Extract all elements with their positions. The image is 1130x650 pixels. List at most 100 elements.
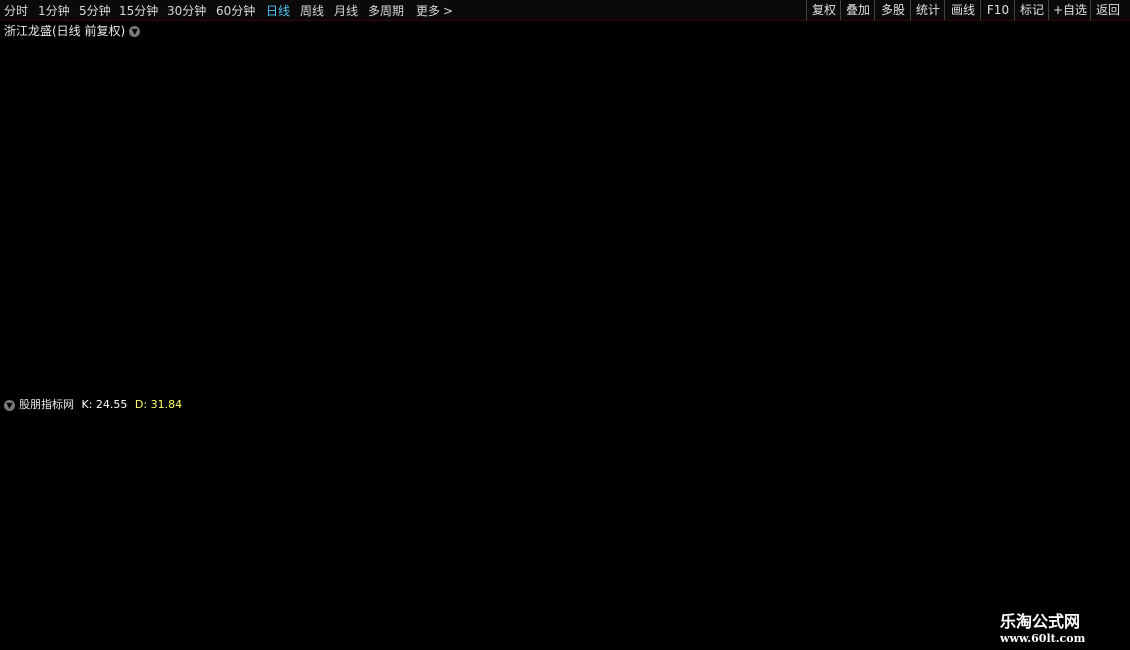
x-axis-month-label: 4 xyxy=(705,632,712,645)
candle-body xyxy=(265,319,272,323)
candle-body xyxy=(409,179,416,205)
candle-body xyxy=(26,348,32,354)
candle-body xyxy=(306,326,312,332)
candle-body xyxy=(825,240,832,249)
adjust-button[interactable]: 复权 xyxy=(806,0,841,20)
candle-body xyxy=(290,329,296,335)
price-tick-label: 13.00 xyxy=(1088,235,1120,248)
event-marker-box xyxy=(383,379,396,393)
tab-weekly[interactable]: 周线 xyxy=(300,2,324,19)
candle-body xyxy=(929,282,935,298)
candle-body xyxy=(857,223,864,240)
chevron-down-icon[interactable]: ▼ xyxy=(129,26,141,37)
tab-daily[interactable]: 日线 xyxy=(266,2,290,19)
candle-body xyxy=(625,174,631,185)
price-tick-label: 11.00 xyxy=(1088,333,1120,346)
candle-body xyxy=(897,265,903,268)
candle-body xyxy=(394,118,400,131)
tab-intraday[interactable]: 分时 xyxy=(4,2,28,19)
candle-body xyxy=(274,320,280,325)
k-value: K: 24.55 xyxy=(81,398,128,411)
candle-body xyxy=(769,218,775,241)
candle-body xyxy=(186,343,192,346)
candle-body xyxy=(490,64,496,70)
candle-body xyxy=(329,245,336,296)
candle-body xyxy=(369,220,376,242)
candle-body xyxy=(969,312,975,317)
candle-body xyxy=(993,302,999,317)
candle-body xyxy=(537,78,544,100)
candle-body xyxy=(18,343,24,349)
tab-60min[interactable]: 60分钟 xyxy=(216,2,255,19)
candle-body xyxy=(881,241,887,259)
candle-body xyxy=(498,69,504,80)
candle-body xyxy=(377,154,384,222)
candle-body xyxy=(122,358,128,366)
tab-more[interactable]: 更多 > xyxy=(416,2,453,19)
candle-body xyxy=(657,245,664,254)
tab-15min[interactable]: 15分钟 xyxy=(119,2,158,19)
candle-body xyxy=(697,228,703,237)
tab-multi-period[interactable]: 多周期 xyxy=(368,2,404,19)
candle-body xyxy=(809,231,815,244)
tab-30min[interactable]: 30分钟 xyxy=(167,2,206,19)
event-marker-label: 涨 xyxy=(384,380,395,393)
candle-body xyxy=(137,353,144,361)
multi-stock-button[interactable]: 多股 xyxy=(874,0,911,20)
event-marker-label: 财 xyxy=(843,379,854,393)
candle-body xyxy=(2,336,8,339)
watermark-name: 乐淘公式网 xyxy=(1000,612,1081,631)
f10-button[interactable]: F10 xyxy=(980,0,1015,20)
overlay-button[interactable]: 叠加 xyxy=(840,0,875,20)
watermark-url: www.60lt.com xyxy=(1000,632,1086,645)
candle-body xyxy=(961,311,968,315)
x-axis-month-label: 3 xyxy=(528,632,535,645)
candle-body xyxy=(681,231,687,237)
candle-body xyxy=(833,235,840,242)
candle-body xyxy=(649,238,655,254)
candle-body xyxy=(129,359,136,367)
candle-body xyxy=(553,93,560,102)
x-axis-year: 2025年 xyxy=(4,631,43,645)
event-marker-box xyxy=(406,379,419,393)
back-button[interactable]: 返回 xyxy=(1090,0,1125,20)
d-value: D: 31.84 xyxy=(134,398,183,411)
stats-button[interactable]: 统计 xyxy=(910,0,945,20)
chart-canvas[interactable]: 17.00 16.50 16.00 15.50 15.00 14.50 14.00 13.50… xyxy=(0,0,1130,650)
chevron-down-icon[interactable]: ▼ xyxy=(4,399,15,411)
candle-body xyxy=(609,150,615,163)
candle-body xyxy=(817,243,823,249)
candle-body xyxy=(282,324,288,330)
candle-body xyxy=(753,189,760,200)
candle-body xyxy=(945,309,951,320)
candle-body xyxy=(889,258,895,266)
candle-body xyxy=(561,94,567,114)
candle-body xyxy=(529,49,535,99)
candle-body xyxy=(793,236,799,249)
price-tick-label: 16.00 xyxy=(1088,88,1120,101)
candle-body xyxy=(465,54,472,90)
candle-body xyxy=(73,350,80,354)
price-tick-label: 15.00 xyxy=(1088,137,1120,150)
k-line xyxy=(3,411,1041,593)
candle-body xyxy=(385,118,392,156)
candle-body xyxy=(449,73,456,97)
candle-body xyxy=(1025,323,1032,330)
candle-body xyxy=(145,349,152,355)
low-price-label: ←10.26 xyxy=(119,377,160,390)
mark-button[interactable]: 标记 xyxy=(1014,0,1049,20)
candle-body xyxy=(514,59,520,82)
draw-line-button[interactable]: 画线 xyxy=(944,0,981,20)
price-tick-label: 12.50 xyxy=(1088,260,1120,273)
candle-body xyxy=(953,314,960,320)
tab-monthly[interactable]: 月线 xyxy=(334,2,358,19)
candle-body xyxy=(1009,324,1015,327)
tab-5min[interactable]: 5分钟 xyxy=(79,2,111,19)
tab-1min[interactable]: 1分钟 xyxy=(38,2,70,19)
candle-body xyxy=(905,265,912,269)
candle-body xyxy=(913,265,919,271)
add-watchlist-button[interactable]: +自选 xyxy=(1048,0,1091,20)
x-axis-month-label: 5 xyxy=(875,632,882,645)
candle-body xyxy=(569,98,576,115)
candle-body xyxy=(89,348,96,351)
